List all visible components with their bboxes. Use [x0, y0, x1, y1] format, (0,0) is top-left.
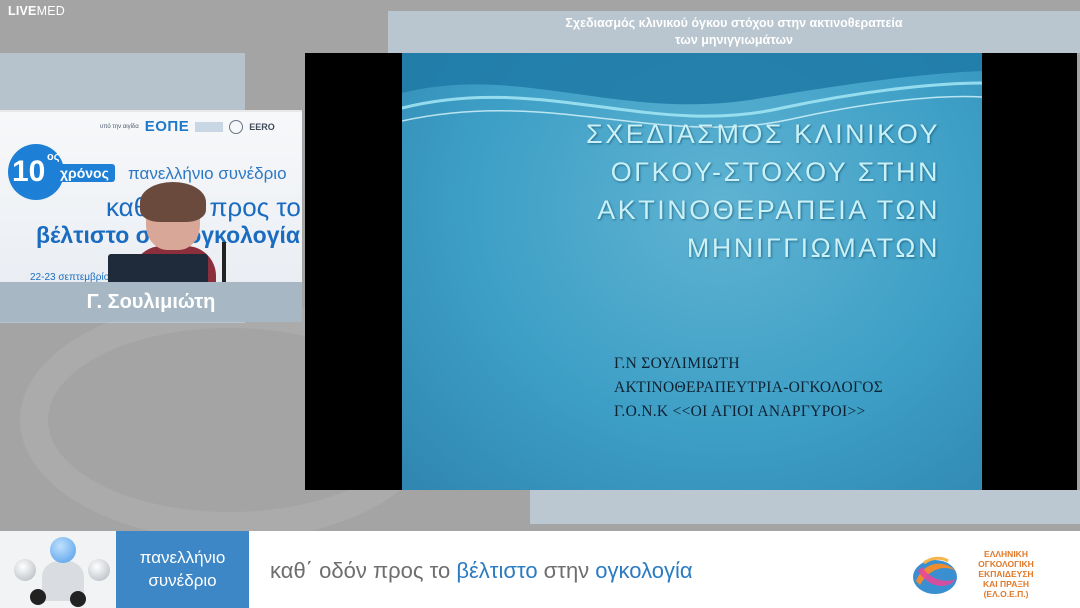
figure-head-right — [88, 559, 110, 581]
slogan-part-b: βέλτιστο — [456, 558, 538, 583]
backdrop-years-number: 10 — [12, 155, 46, 188]
microphone-icon — [222, 242, 226, 282]
backdrop-eero-logo: EERO — [249, 121, 275, 132]
presentation-frame: ΣΧΕΔΙΑΣΜΟΣ ΚΛΙΝΙΚΟΥ ΟΓΚΟΥ-ΣΤΟΧΟΥ ΣΤΗΝ ΑΚ… — [305, 53, 1077, 490]
brand-light: MED — [36, 4, 65, 18]
speaker-video: υπό την αιγίδα ΕΟΠΕ EERO 10 ος χρόνος παν… — [0, 110, 302, 282]
figure-dark-right — [70, 591, 86, 607]
talk-title: Σχεδιασμός κλινικού όγκου στόχου στην ακ… — [388, 15, 1080, 49]
talk-title-line2: των μηνιγγιωμάτων — [675, 33, 793, 47]
speaker-hair — [140, 182, 206, 222]
backdrop-years-word: χρόνος — [54, 164, 115, 182]
eloep-logo-icon — [913, 556, 957, 594]
slide-title-line: ΟΓΚΟΥ-ΣΤΟΧΟΥ ΣΤΗΝ — [610, 157, 940, 187]
seal-icon — [229, 119, 244, 134]
slide-title: ΣΧΕΔΙΑΣΜΟΣ ΚΛΙΝΙΚΟΥ ΟΓΚΟΥ-ΣΤΟΧΟΥ ΣΤΗΝ ΑΚ… — [480, 115, 940, 267]
slide-title-line: ΣΧΕΔΙΑΣΜΟΣ ΚΛΙΝΙΚΟΥ — [586, 119, 940, 149]
slogan-part-d: ογκολογία — [595, 558, 693, 583]
figures-graphic — [0, 531, 116, 608]
bottom-band — [530, 490, 1080, 524]
eloep-logo-text: ΕΛΛΗΝΙΚΗ ΟΓΚΟΛΟΓΙΚΗ ΕΚΠΑΙΔΕΥΣΗ ΚΑΙ ΠΡΑΞΗ… — [964, 549, 1048, 599]
slide-author-role: ΑΚΤΙΝΟΘΕΡΑΠΕΥΤΡΙΑ-ΟΓΚΟΛΟΓΟΣ — [614, 379, 884, 396]
slide-author-block: Γ.Ν ΣΟΥΛΙΜΙΩΤΗ ΑΚΤΙΝΟΘΕΡΑΠΕΥΤΡΙΑ-ΟΓΚΟΛΟΓ… — [614, 352, 883, 424]
congress-slogan: καθ΄ οδόν προς το βέλτιστο στην ογκολογί… — [270, 558, 693, 584]
slogan-part-a: καθ΄ οδόν προς το — [270, 558, 457, 583]
figure-head-blue — [50, 537, 76, 563]
backdrop-logos: υπό την αιγίδα ΕΟΠΕ EERO — [100, 118, 275, 135]
figure-head-left — [14, 559, 36, 581]
backdrop-eope-subtitle — [195, 121, 224, 132]
congress-panel-line1: πανελλήνιο — [139, 548, 226, 567]
presentation-slide: ΣΧΕΔΙΑΣΜΟΣ ΚΛΙΝΙΚΟΥ ΟΓΚΟΥ-ΣΤΟΧΟΥ ΣΤΗΝ ΑΚ… — [402, 53, 982, 490]
brand-bold: LIVE — [8, 4, 37, 18]
org-text-line: (ΕΛ.Ο.Ε.Π.) — [983, 589, 1029, 599]
slogan-part-c: στην — [537, 558, 596, 583]
backdrop-date: 22-23 σεπτεμβρίου — [30, 272, 115, 282]
congress-panel: πανελλήνιο συνέδριο — [116, 531, 249, 608]
slide-title-line: ΜΗΝΙΓΓΙΩΜΑΤΩΝ — [686, 233, 940, 263]
backdrop-auspices: υπό την αιγίδα — [100, 123, 139, 130]
laptop-icon — [108, 254, 208, 282]
bottom-banner: πανελλήνιο συνέδριο καθ΄ οδόν προς το βέ… — [0, 531, 1080, 608]
figure-dark-left — [30, 589, 46, 605]
backdrop-eope-logo: ΕΟΠΕ — [144, 118, 190, 135]
livemed-logo: LIVEMED — [8, 4, 65, 18]
org-text-line: ΕΛΛΗΝΙΚΗ — [984, 549, 1028, 559]
speaker-name: Γ. Σουλιμιώτη — [0, 282, 302, 322]
slide-author-name: Γ.Ν ΣΟΥΛΙΜΙΩΤΗ — [614, 355, 740, 372]
backdrop-congress: πανελλήνιο συνέδριο — [128, 164, 287, 183]
slide-author-affiliation: Γ.Ο.Ν.Κ <<ΟΙ ΑΓΙΟΙ ΑΝΑΡΓΥΡΟΙ>> — [614, 403, 866, 420]
org-text-line: ΟΓΚΟΛΟΓΙΚΗ — [978, 559, 1034, 569]
org-text-line: ΚΑΙ ΠΡΑΞΗ — [983, 579, 1029, 589]
org-text-line: ΕΚΠΑΙΔΕΥΣΗ — [978, 569, 1034, 579]
congress-panel-line2: συνέδριο — [148, 571, 217, 590]
talk-title-line1: Σχεδιασμός κλινικού όγκου στόχου στην ακ… — [565, 16, 903, 30]
slide-title-line: ΑΚΤΙΝΟΘΕΡΑΠΕΙΑ ΤΩΝ — [597, 195, 940, 225]
